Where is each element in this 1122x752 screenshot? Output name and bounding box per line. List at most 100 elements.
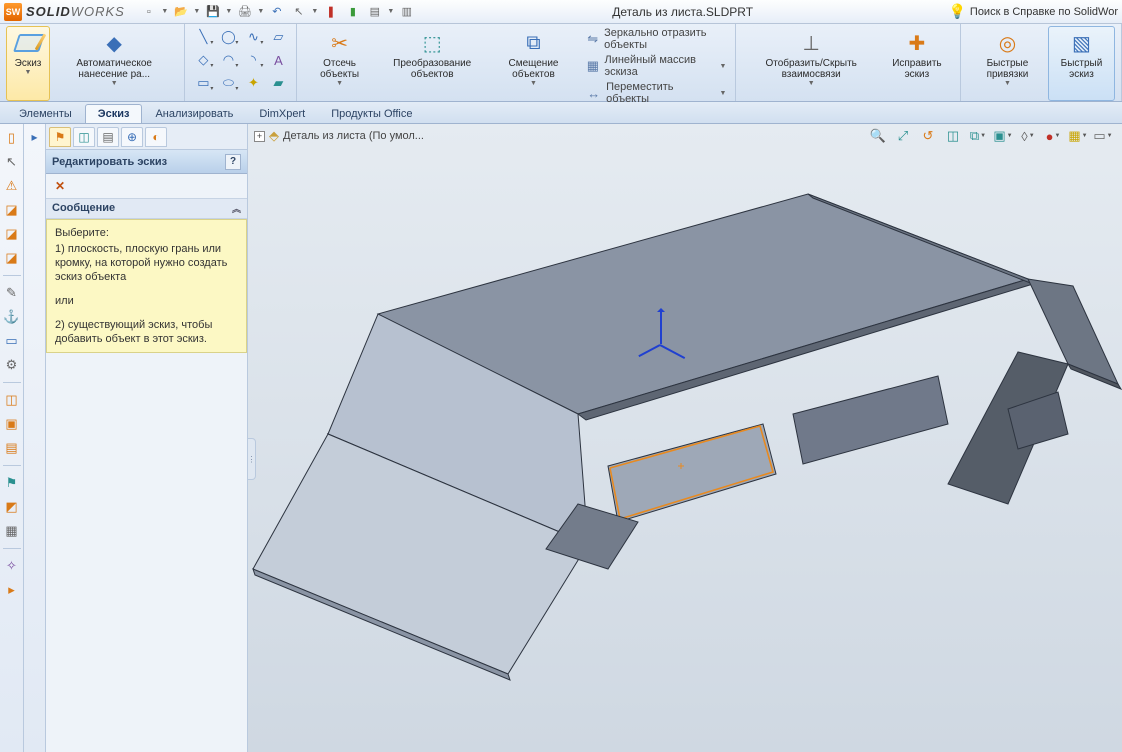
arc-icon[interactable]: ◠▾ <box>216 49 240 71</box>
cube3-icon[interactable]: ▤ <box>2 438 22 458</box>
app-brand: SOLIDWORKS <box>26 4 125 19</box>
relations-button[interactable]: ⊥ Отобразить/Скрыть взаимосвязи ▼ <box>742 26 880 101</box>
point-icon[interactable]: ✦ <box>241 72 265 94</box>
misc-icon[interactable]: ✧ <box>2 556 22 576</box>
pm-tab-draft[interactable]: ⊕ <box>121 127 143 147</box>
ellipse-icon[interactable]: ⬭▾ <box>216 72 240 94</box>
curve-icon[interactable]: ✎ <box>2 283 22 303</box>
rapid-sketch-label: Быстрый эскиз <box>1053 58 1110 80</box>
rebuild-icon[interactable]: ❚ <box>321 2 341 22</box>
pm-tab-feature[interactable]: ⚑ <box>49 127 71 147</box>
rebuild2-icon[interactable]: ▮ <box>343 2 363 22</box>
warn-icon[interactable]: ⚠ <box>2 176 22 196</box>
props-icon[interactable]: ▥ <box>397 2 417 22</box>
smart-dimension-label: Автоматическое нанесение ра... <box>55 58 173 80</box>
poly-icon[interactable]: ◇▾ <box>191 49 215 71</box>
smart-dimension-button[interactable]: ◆ Автоматическое нанесение ра... ▼ <box>50 26 178 101</box>
open-icon[interactable]: 📂 <box>171 2 191 22</box>
dropdown-icon[interactable]: ▼ <box>257 8 265 15</box>
dropdown-icon[interactable]: ▼ <box>161 8 169 15</box>
pm-tab-sheet[interactable]: ▤ <box>97 127 119 147</box>
circle-icon[interactable]: ◯▾ <box>216 26 240 48</box>
quick-access-toolbar: ▫▼📂▼💾▼🖨▼↶↖▼❚▮▤▼▥ <box>139 2 417 22</box>
chevron-up-icon: ︽ <box>232 202 241 215</box>
offset-button[interactable]: ⧉ Смещение объектов ▼ <box>489 26 579 101</box>
titlebar: SW SOLIDWORKS ▫▼📂▼💾▼🖨▼↶↖▼❚▮▤▼▥ Деталь из… <box>0 0 1122 24</box>
sheet2-icon[interactable]: ◪ <box>2 224 22 244</box>
select-icon[interactable]: ↖ <box>289 2 309 22</box>
help-icon[interactable]: ? <box>225 154 241 170</box>
dropdown-icon[interactable]: ▼ <box>311 8 319 15</box>
expand-icon[interactable]: ▸ <box>26 128 44 146</box>
pm-message: Выберите: 1) плоскость, плоскую грань ил… <box>46 219 247 353</box>
convert-label: Преобразование объектов <box>381 58 484 80</box>
rect-icon[interactable]: ▱ <box>266 26 290 48</box>
mirror-icon: ⇋ <box>585 31 600 47</box>
cube2-icon[interactable]: ▣ <box>2 414 22 434</box>
new-icon[interactable]: ▫ <box>139 2 159 22</box>
mirror-button[interactable]: ⇋Зеркально отразить объекты <box>582 26 729 52</box>
command-tabs: ЭлементыЭскизАнализироватьDimXpertПродук… <box>0 102 1122 124</box>
print-icon[interactable]: 🖨 <box>235 2 255 22</box>
separator <box>3 382 21 383</box>
pm-tab-tree[interactable]: ◫ <box>73 127 95 147</box>
pm-tabs: ⚑◫▤⊕◐ <box>46 124 247 150</box>
model-render <box>248 124 1122 752</box>
quick-snaps-label: Быстрые привязки <box>972 58 1043 80</box>
anchor-icon[interactable]: ⚓ <box>2 307 22 327</box>
tab-office[interactable]: Продукты Office <box>318 104 425 123</box>
misc2-icon[interactable]: ▸ <box>2 580 22 600</box>
sketch-button[interactable]: Эскиз ▼ <box>6 26 50 101</box>
move-button[interactable]: ↔Переместить объекты▼ <box>582 80 729 106</box>
select2-icon[interactable]: ↖ <box>2 152 22 172</box>
pm-tab-render[interactable]: ◐ <box>145 127 167 147</box>
dropdown-icon[interactable]: ▼ <box>225 8 233 15</box>
help-search[interactable]: 💡 Поиск в Справке по SolidWor <box>948 3 1118 20</box>
repair-button[interactable]: ✚ Исправить эскиз <box>880 26 954 101</box>
trim-button[interactable]: ✂ Отсечь объекты ▼ <box>303 26 375 101</box>
tab-dimxpert[interactable]: DimXpert <box>246 104 318 123</box>
dropdown-icon[interactable]: ▼ <box>387 8 395 15</box>
slot2-icon[interactable]: ▭ <box>2 331 22 351</box>
viewport[interactable]: + ⬘ Деталь из листа (По умол... 🔍⤢↺◫⧉▼▣▼… <box>248 124 1122 752</box>
flag2-icon[interactable]: ◩ <box>2 497 22 517</box>
options-icon[interactable]: ▤ <box>365 2 385 22</box>
cube-icon[interactable]: ◫ <box>2 390 22 410</box>
save-icon[interactable]: 💾 <box>203 2 223 22</box>
dropdown-icon[interactable]: ▼ <box>193 8 201 15</box>
property-manager: ⚑◫▤⊕◐ Редактировать эскиз ? ✕ Сообщение … <box>46 124 248 752</box>
slot-icon[interactable]: ▭▾ <box>191 72 215 94</box>
plane-icon[interactable]: ▰ <box>266 72 290 94</box>
convert-button[interactable]: ⬚ Преобразование объектов <box>376 26 489 101</box>
flag3-icon[interactable]: ▦ <box>2 521 22 541</box>
relations-icon: ⊥ <box>802 29 819 57</box>
offset-icon: ⧉ <box>526 29 540 57</box>
snap-icon: ◎ <box>999 29 1016 57</box>
tab-sketch[interactable]: Эскиз <box>85 104 143 123</box>
spline-icon[interactable]: ∿▾ <box>241 26 265 48</box>
sheet-icon[interactable]: ◪ <box>2 200 22 220</box>
flag-icon[interactable]: ⚑ <box>2 473 22 493</box>
line-icon[interactable]: ╲▾ <box>191 26 215 48</box>
undo-icon[interactable]: ↶ <box>267 2 287 22</box>
rapid-sketch-button[interactable]: ▧ Быстрый эскиз <box>1048 26 1115 101</box>
relations-label: Отобразить/Скрыть взаимосвязи <box>747 58 875 80</box>
sketch-icon <box>16 31 40 55</box>
quick-snaps-button[interactable]: ◎ Быстрые привязки ▼ <box>967 26 1048 101</box>
tab-features[interactable]: Элементы <box>6 104 85 123</box>
app-logo-icon: SW <box>4 3 22 21</box>
text-icon[interactable]: A <box>266 49 290 71</box>
linear-pattern-button[interactable]: ▦Линейный массив эскиза▼ <box>582 53 729 79</box>
separator <box>3 548 21 549</box>
close-icon[interactable]: ✕ <box>52 178 68 194</box>
repair-icon: ✚ <box>909 29 926 57</box>
rapid-icon: ▧ <box>1072 29 1091 57</box>
gear-icon[interactable]: ⚙ <box>2 355 22 375</box>
tab-evaluate[interactable]: Анализировать <box>142 104 246 123</box>
separator <box>3 465 21 466</box>
pm-section-header[interactable]: Сообщение ︽ <box>46 198 247 219</box>
fillet-icon[interactable]: ◝▾ <box>241 49 265 71</box>
sheet3-icon[interactable]: ◪ <box>2 248 22 268</box>
filter-icon[interactable]: ▯ <box>2 128 22 148</box>
help-search-label: Поиск в Справке по SolidWor <box>970 6 1118 18</box>
